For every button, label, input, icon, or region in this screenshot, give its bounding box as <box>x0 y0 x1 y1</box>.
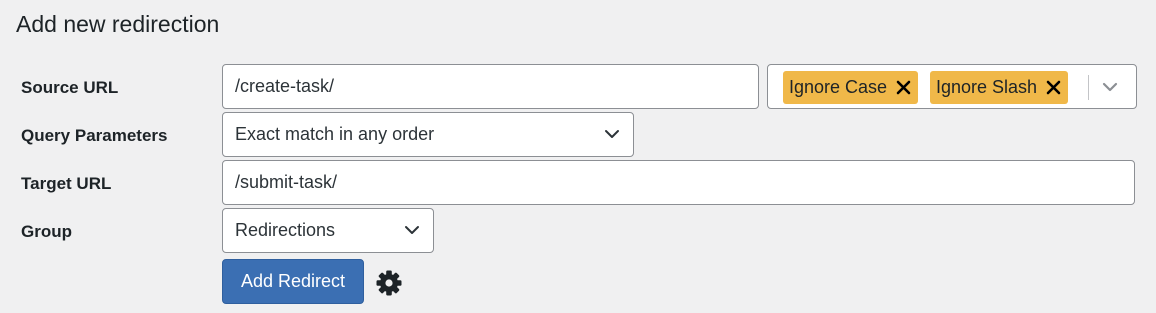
group-select[interactable]: Redirections <box>222 208 434 253</box>
group-label: Group <box>21 222 72 241</box>
multiselect-separator <box>1088 75 1089 100</box>
group-value: Redirections <box>235 220 336 240</box>
source-url-label: Source URL <box>21 78 119 97</box>
source-options-multiselect[interactable]: Ignore Case Ignore Slash <box>767 64 1137 109</box>
query-parameters-label: Query Parameters <box>21 126 168 145</box>
close-icon[interactable] <box>896 80 911 95</box>
query-parameters-select[interactable]: Exact match in any order <box>222 112 634 157</box>
gear-icon[interactable] <box>375 269 403 297</box>
tag-ignore-slash: Ignore Slash <box>930 71 1069 104</box>
chevron-down-icon <box>605 130 619 138</box>
chevron-down-icon[interactable] <box>1101 80 1119 94</box>
close-icon[interactable] <box>1046 80 1061 95</box>
source-url-input[interactable]: /create-task/ <box>222 64 759 109</box>
target-url-label: Target URL <box>21 174 112 193</box>
chevron-down-icon <box>405 226 419 234</box>
tag-label: Ignore Case <box>789 77 888 97</box>
tag-label: Ignore Slash <box>936 77 1038 97</box>
query-parameters-value: Exact match in any order <box>235 124 435 144</box>
tag-ignore-case: Ignore Case <box>783 71 919 104</box>
page-title: Add new redirection <box>16 11 220 37</box>
target-url-input[interactable]: /submit-task/ <box>222 160 1135 205</box>
add-redirect-button[interactable]: Add Redirect <box>222 259 364 304</box>
